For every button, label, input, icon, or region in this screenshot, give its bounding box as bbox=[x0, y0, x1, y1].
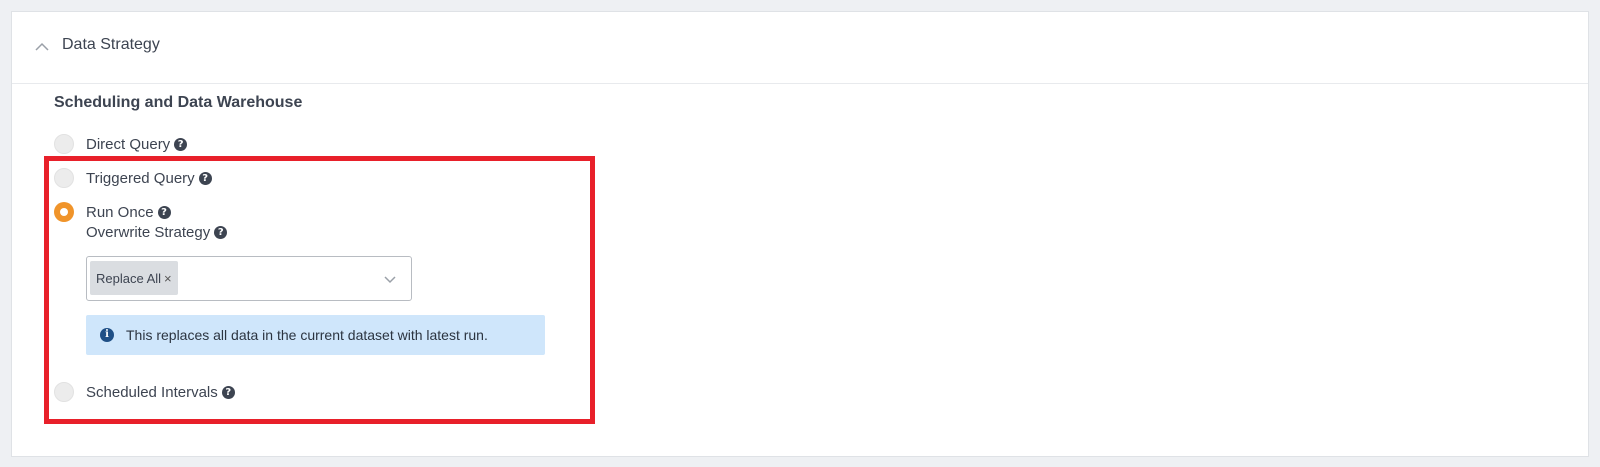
radio-button[interactable] bbox=[54, 134, 74, 154]
chevron-down-icon[interactable] bbox=[383, 272, 397, 286]
question-circle-icon[interactable]: ? bbox=[221, 385, 235, 399]
panel-title: Data Strategy bbox=[62, 36, 160, 53]
radio-direct-query[interactable]: Direct Query ? bbox=[54, 133, 188, 155]
radio-label: Scheduled Intervals bbox=[86, 383, 218, 401]
selected-chip: Replace All × bbox=[90, 261, 178, 295]
radio-button[interactable] bbox=[54, 382, 74, 402]
section-title: Scheduling and Data Warehouse bbox=[54, 94, 303, 111]
chip-label: Replace All bbox=[96, 270, 162, 286]
radio-triggered-query[interactable]: Triggered Query ? bbox=[54, 167, 212, 189]
radio-run-once[interactable]: Run Once ? bbox=[54, 201, 171, 223]
close-icon[interactable]: × bbox=[164, 271, 172, 286]
info-text: This replaces all data in the current da… bbox=[126, 327, 488, 343]
chevron-up-icon[interactable] bbox=[34, 39, 50, 55]
radio-label: Direct Query bbox=[86, 135, 171, 153]
question-circle-icon[interactable]: ? bbox=[157, 205, 171, 219]
panel-header[interactable]: Data Strategy bbox=[12, 12, 1588, 84]
info-banner: i This replaces all data in the current … bbox=[86, 315, 545, 355]
radio-label: Run Once bbox=[86, 203, 154, 221]
overwrite-strategy-label: Overwrite Strategy ? bbox=[86, 224, 228, 241]
info-circle-icon: i bbox=[100, 328, 114, 342]
radio-label: Triggered Query bbox=[86, 169, 195, 187]
data-strategy-panel: Data Strategy bbox=[11, 11, 1589, 457]
question-circle-icon[interactable]: ? bbox=[198, 171, 212, 185]
question-circle-icon[interactable]: ? bbox=[214, 226, 228, 239]
overwrite-strategy-text: Overwrite Strategy bbox=[86, 224, 211, 241]
question-circle-icon[interactable]: ? bbox=[174, 137, 188, 151]
radio-scheduled-intervals[interactable]: Scheduled Intervals ? bbox=[54, 381, 235, 403]
radio-button[interactable] bbox=[54, 168, 74, 188]
radio-button-checked[interactable] bbox=[54, 202, 74, 222]
overwrite-strategy-select[interactable]: Replace All × bbox=[86, 256, 412, 301]
